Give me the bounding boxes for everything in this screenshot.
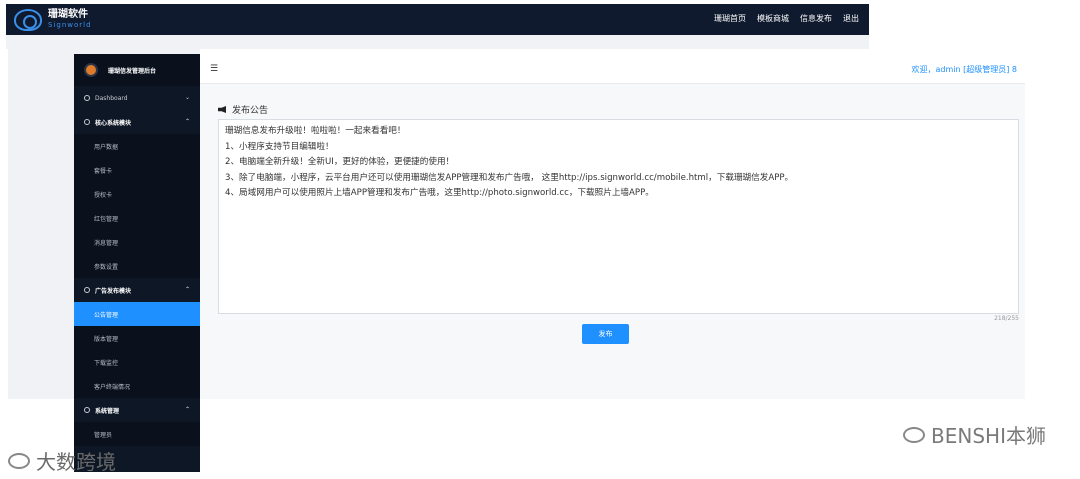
chat-bubble-icon <box>903 426 926 443</box>
char-counter: 218/255 <box>994 315 1019 322</box>
sidebar-item-download-monitor[interactable]: 下载监控 <box>74 350 200 374</box>
sidebar-item-label: 广告发布模块 <box>95 287 132 295</box>
sidebar-item-dashboard[interactable]: Dashboard ⌄ <box>74 86 200 110</box>
chat-bubble-icon <box>8 452 30 469</box>
sidebar-item-label: 核心系统模块 <box>95 119 132 127</box>
sidebar-item-red-packet[interactable]: 红包管理 <box>74 206 200 230</box>
logo-icon <box>14 9 42 31</box>
sidebar-item-versions[interactable]: 版本管理 <box>74 326 200 350</box>
publish-button[interactable]: 发布 <box>582 324 629 344</box>
watermark-right: BENSHI本狮 <box>903 420 1046 449</box>
top-header: 珊瑚软件 Signworld 珊瑚首页 模板商城 信息发布 退出 <box>6 4 869 35</box>
send-icon <box>84 287 90 293</box>
section-title: 发布公告 <box>218 103 268 116</box>
settings-icon <box>84 119 90 125</box>
watermark-left: 大数跨境 <box>8 446 116 475</box>
brand-name-cn: 珊瑚软件 <box>48 9 88 20</box>
megaphone-icon <box>218 106 226 113</box>
chevron-up-icon: ⌃ <box>184 406 190 413</box>
sidebar-item-package-card[interactable]: 套餐卡 <box>74 158 200 182</box>
sidebar-item-messages[interactable]: 消息管理 <box>74 230 200 254</box>
announcement-line: 1、小程序支持节目编辑啦！ <box>225 141 334 152</box>
nav-link-home[interactable]: 珊瑚首页 <box>714 13 746 24</box>
sidebar-item-client-terminals[interactable]: 客户终端情况 <box>74 374 200 398</box>
welcome-user[interactable]: 欢迎，admin [超级管理员] 8 <box>912 64 1017 75</box>
announcement-line: 2、电脑端全新升级！全新UI，更好的体验，更便捷的使用！ <box>225 157 455 167</box>
brand-icon <box>84 63 98 77</box>
sidebar-item-license-card[interactable]: 授权卡 <box>74 182 200 206</box>
announcement-line: 4、局域网用户可以使用照片上墙APP管理和发布广告哦，这里http://phot… <box>225 188 654 198</box>
sidebar-item-announcements[interactable]: 公告管理 <box>74 302 200 326</box>
sidebar-item-parameters[interactable]: 参数设置 <box>74 254 200 278</box>
content-toolbar: ☰ 欢迎，admin [超级管理员] 8 <box>200 54 1025 84</box>
nav-link-info-publish[interactable]: 信息发布 <box>800 13 832 24</box>
menu-collapse-icon[interactable]: ☰ <box>210 64 218 74</box>
top-nav: 珊瑚首页 模板商城 信息发布 退出 <box>714 13 859 24</box>
brand-logo[interactable]: 珊瑚软件 Signworld <box>14 9 92 31</box>
chevron-up-icon: ⌃ <box>184 118 190 125</box>
system-icon <box>84 407 90 413</box>
chevron-down-icon: ⌄ <box>184 94 190 101</box>
sidebar-group-ad-publish[interactable]: 广告发布模块 ⌃ <box>74 278 200 302</box>
section-title-text: 发布公告 <box>232 106 269 116</box>
nav-link-logout[interactable]: 退出 <box>843 13 859 24</box>
watermark-right-text: BENSHI本狮 <box>931 424 1046 448</box>
screen: 珊瑚软件 Signworld 珊瑚首页 模板商城 信息发布 退出 珊瑚信发管理后… <box>0 0 1080 479</box>
chevron-up-icon: ⌃ <box>184 286 190 293</box>
sidebar-item-label: Dashboard <box>95 94 128 102</box>
watermark-left-text: 大数跨境 <box>36 450 116 474</box>
sidebar-title: 珊瑚信发管理后台 <box>108 67 157 75</box>
announcement-textarea[interactable]: 珊瑚信息发布升级啦！啦啦啦！一起来看看吧！ 1、小程序支持节目编辑啦！ 2、电脑… <box>218 119 1019 314</box>
sidebar-item-admins[interactable]: 管理员 <box>74 422 200 446</box>
announcement-line: 3、除了电脑端，小程序，云平台用户还可以使用珊瑚信发APP管理和发布广告哦， 这… <box>225 172 794 183</box>
dashboard-icon <box>84 95 90 101</box>
sidebar-group-system[interactable]: 系统管理 ⌃ <box>74 398 200 422</box>
page-backdrop <box>6 35 869 49</box>
sidebar-brand: 珊瑚信发管理后台 <box>74 54 200 86</box>
sidebar-item-user-data[interactable]: 用户数据 <box>74 134 200 158</box>
brand-name-en: Signworld <box>48 21 92 29</box>
nav-link-template-store[interactable]: 模板商城 <box>757 13 789 24</box>
sidebar-group-core-system[interactable]: 核心系统模块 ⌃ <box>74 110 200 134</box>
sidebar-item-label: 系统管理 <box>95 407 120 415</box>
announcement-line: 珊瑚信息发布升级啦！啦啦啦！一起来看看吧！ <box>225 126 406 136</box>
sidebar: 珊瑚信发管理后台 Dashboard ⌄ 核心系统模块 ⌃ 用户数据 套餐卡 授… <box>74 54 200 472</box>
